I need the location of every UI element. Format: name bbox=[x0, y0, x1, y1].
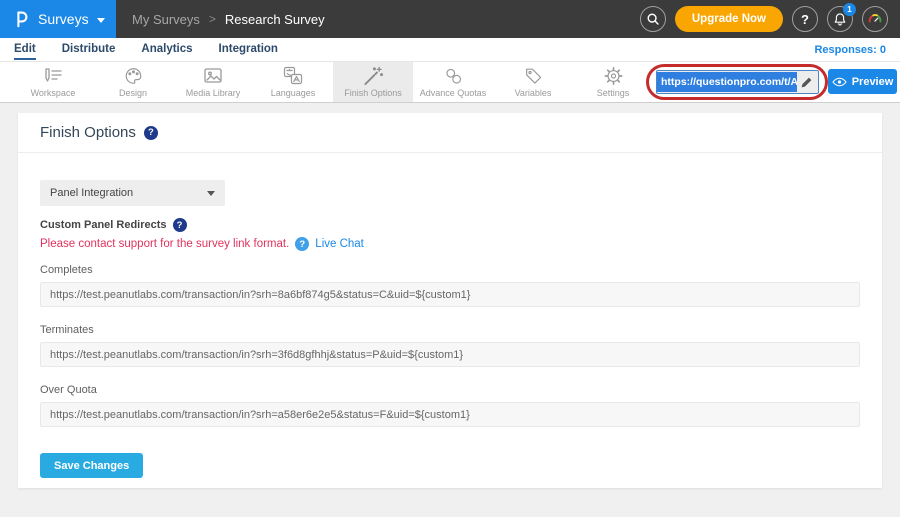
media-library-icon bbox=[202, 66, 224, 86]
tab-label: Languages bbox=[271, 88, 316, 98]
finish-options-icon bbox=[362, 66, 384, 86]
breadcrumb-separator: > bbox=[209, 12, 216, 26]
survey-url-selected-text: https://questionpro.com/t/A bbox=[657, 72, 797, 92]
app-window: Surveys My Surveys > Research Survey Upg… bbox=[0, 0, 900, 517]
page-title: Finish Options bbox=[40, 124, 136, 141]
chevron-down-icon bbox=[207, 191, 215, 196]
terminates-field-group: Terminates bbox=[40, 324, 860, 367]
tab-label: Variables bbox=[515, 88, 552, 98]
terminates-url-input[interactable] bbox=[40, 342, 860, 367]
terminates-label: Terminates bbox=[40, 324, 860, 336]
tab-media-library[interactable]: Media Library bbox=[173, 62, 253, 102]
live-chat-link[interactable]: Live Chat bbox=[315, 238, 364, 250]
finish-option-type-dropdown[interactable]: Panel Integration bbox=[40, 180, 225, 206]
variables-icon bbox=[523, 66, 544, 86]
design-icon bbox=[123, 66, 144, 86]
edit-pencil-icon[interactable] bbox=[800, 76, 813, 89]
support-notice-row: Please contact support for the survey li… bbox=[40, 237, 860, 251]
section-heading-row: Custom Panel Redirects ? bbox=[40, 218, 860, 232]
support-notice: Please contact support for the survey li… bbox=[40, 238, 289, 250]
top-header-bar: Surveys My Surveys > Research Survey Upg… bbox=[0, 0, 900, 38]
chevron-down-icon bbox=[97, 18, 105, 23]
questionpro-logo-icon bbox=[14, 9, 30, 29]
product-name: Surveys bbox=[38, 11, 89, 27]
tab-languages[interactable]: Languages bbox=[253, 62, 333, 102]
completes-label: Completes bbox=[40, 264, 860, 276]
preview-label: Preview bbox=[852, 76, 894, 88]
tab-label: Advance Quotas bbox=[420, 88, 487, 98]
section-help-icon[interactable]: ? bbox=[173, 218, 187, 232]
gauge-avatar-icon bbox=[866, 10, 884, 28]
finish-options-card: Finish Options ? Panel Integration Custo… bbox=[18, 113, 882, 488]
breadcrumb: My Surveys > Research Survey bbox=[116, 0, 325, 38]
tab-variables[interactable]: Variables bbox=[493, 62, 573, 102]
languages-icon bbox=[282, 66, 304, 86]
tab-label: Workspace bbox=[31, 88, 76, 98]
over-quota-url-input[interactable] bbox=[40, 402, 860, 427]
workspace-icon bbox=[42, 66, 64, 86]
preview-button[interactable]: Preview bbox=[828, 69, 897, 94]
notifications-button[interactable]: 1 bbox=[827, 6, 853, 32]
responses-count[interactable]: Responses: 0 bbox=[814, 44, 886, 56]
chat-help-icon[interactable]: ? bbox=[295, 237, 309, 251]
tab-finish-options[interactable]: Finish Options bbox=[333, 62, 413, 102]
title-help-icon[interactable]: ? bbox=[144, 126, 158, 140]
card-header: Finish Options ? bbox=[18, 113, 882, 153]
edit-toolbar: Workspace Design Media Library Languages… bbox=[0, 62, 900, 103]
tab-design[interactable]: Design bbox=[93, 62, 173, 102]
search-button[interactable] bbox=[640, 6, 666, 32]
tab-settings[interactable]: Settings bbox=[573, 62, 653, 102]
product-switcher[interactable]: Surveys bbox=[0, 0, 116, 38]
nav-items: Edit Distribute Analytics Integration bbox=[14, 40, 278, 60]
tab-label: Design bbox=[119, 88, 147, 98]
advance-quotas-icon bbox=[443, 66, 464, 86]
breadcrumb-parent[interactable]: My Surveys bbox=[132, 12, 200, 27]
tab-label: Media Library bbox=[186, 88, 241, 98]
card-body: Panel Integration Custom Panel Redirects… bbox=[18, 153, 882, 478]
save-changes-button[interactable]: Save Changes bbox=[40, 453, 143, 478]
section-heading: Custom Panel Redirects bbox=[40, 219, 167, 231]
help-button[interactable]: ? bbox=[792, 6, 818, 32]
over-quota-label: Over Quota bbox=[40, 384, 860, 396]
search-icon bbox=[644, 10, 662, 28]
content-area: Finish Options ? Panel Integration Custo… bbox=[0, 103, 900, 498]
nav-tab-analytics[interactable]: Analytics bbox=[141, 40, 192, 60]
completes-url-input[interactable] bbox=[40, 282, 860, 307]
upgrade-now-button[interactable]: Upgrade Now bbox=[675, 6, 783, 32]
nav-tab-edit[interactable]: Edit bbox=[14, 40, 36, 60]
breadcrumb-current: Research Survey bbox=[225, 12, 325, 27]
tab-label: Settings bbox=[597, 88, 630, 98]
survey-url-field[interactable]: https://questionpro.com/t/A bbox=[656, 70, 819, 94]
nav-tab-integration[interactable]: Integration bbox=[219, 40, 278, 60]
header-actions: Upgrade Now ? 1 bbox=[640, 0, 900, 38]
dropdown-selected-value: Panel Integration bbox=[50, 187, 133, 199]
eye-icon bbox=[832, 76, 847, 88]
over-quota-field-group: Over Quota bbox=[40, 384, 860, 427]
account-menu-button[interactable] bbox=[862, 6, 888, 32]
completes-field-group: Completes bbox=[40, 264, 860, 307]
tab-advance-quotas[interactable]: Advance Quotas bbox=[413, 62, 493, 102]
nav-tab-distribute[interactable]: Distribute bbox=[62, 40, 116, 60]
tab-label: Finish Options bbox=[344, 88, 402, 98]
survey-nav: Edit Distribute Analytics Integration Re… bbox=[0, 38, 900, 62]
tab-workspace[interactable]: Workspace bbox=[13, 62, 93, 102]
settings-icon bbox=[603, 66, 624, 86]
notification-badge: 1 bbox=[843, 3, 856, 16]
question-mark-icon: ? bbox=[801, 12, 809, 27]
